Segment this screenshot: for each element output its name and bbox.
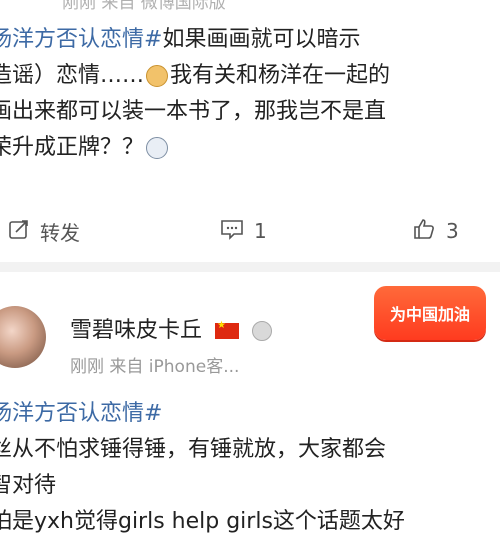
post1-topic-link[interactable]: 杨洋方否认恋情# (0, 22, 162, 58)
post1-line2-rest: 我有关和杨洋在一起的 (170, 63, 391, 88)
repost-button[interactable]: 转发 (8, 217, 80, 246)
comment-icon (220, 218, 244, 245)
like-button[interactable]: 3 (412, 217, 459, 246)
post1-meta: 刚刚 来自 微博国际版 (62, 0, 226, 13)
post2-line-1: 杨洋方否认恋情# (0, 396, 500, 432)
medal-icon (252, 321, 273, 341)
comment-button[interactable]: 1 (220, 218, 267, 245)
post2-line2-text: 丝从不怕求锤得锤，有锤就放，大家都会 (0, 437, 387, 462)
like-thumb-icon (412, 217, 436, 246)
post2-line3-text: 智对待 (0, 473, 57, 498)
post1-line-1: 杨洋方否认恋情# 如果画画就可以暗示 (0, 22, 500, 58)
post1-line-2: 造谣）恋情…… 我有关和杨洋在一起的 (0, 58, 500, 94)
post2-line4-text: 怕是yxh觉得girls help girls这个话题太好 (0, 509, 405, 534)
comment-count: 1 (254, 219, 267, 243)
post2-content: 杨洋方否认恋情# 丝从不怕求锤得锤，有锤就放，大家都会 智对待 怕是yxh觉得g… (0, 396, 500, 540)
post1-line-3: 画出来都可以装一本书了，那我岂不是直 (0, 94, 500, 130)
post1-line2-text: 造谣）恋情…… (0, 63, 145, 88)
post1-action-bar: 转发 1 3 (0, 210, 500, 252)
post2-line-3: 智对待 (0, 468, 500, 504)
husky-emoji-icon (146, 137, 169, 159)
like-count: 3 (446, 219, 459, 243)
avatar[interactable] (0, 306, 46, 368)
feed-divider (0, 262, 500, 272)
post2-header: 雪碧味皮卡丘 刚刚 来自 iPhone客... 为中国加油 (0, 280, 500, 390)
post2-meta: 刚刚 来自 iPhone客... (70, 357, 240, 377)
post1-content: 杨洋方否认恋情# 如果画画就可以暗示 造谣）恋情…… 我有关和杨洋在一起的 画出… (0, 22, 500, 166)
post1-line-4: 荣升成正牌？？ (0, 130, 500, 166)
post2-line-4: 怕是yxh觉得girls help girls这个话题太好 (0, 504, 500, 540)
username[interactable]: 雪碧味皮卡丘 (70, 318, 202, 343)
doge-emoji-icon (146, 65, 169, 87)
post2-line-2: 丝从不怕求锤得锤，有锤就放，大家都会 (0, 432, 500, 468)
post1-line1-text: 如果画画就可以暗示 (162, 27, 361, 52)
post2-username-row: 雪碧味皮卡丘 (70, 312, 273, 344)
cheer-badge[interactable]: 为中国加油 (374, 286, 486, 340)
post1-line4-text: 荣升成正牌？？ (0, 135, 145, 160)
china-flag-icon (215, 320, 240, 339)
repost-icon (8, 218, 30, 245)
post1-line3-text: 画出来都可以装一本书了，那我岂不是直 (0, 99, 387, 124)
post2-topic-link[interactable]: 杨洋方否认恋情# (0, 401, 162, 426)
repost-label: 转发 (40, 220, 80, 245)
